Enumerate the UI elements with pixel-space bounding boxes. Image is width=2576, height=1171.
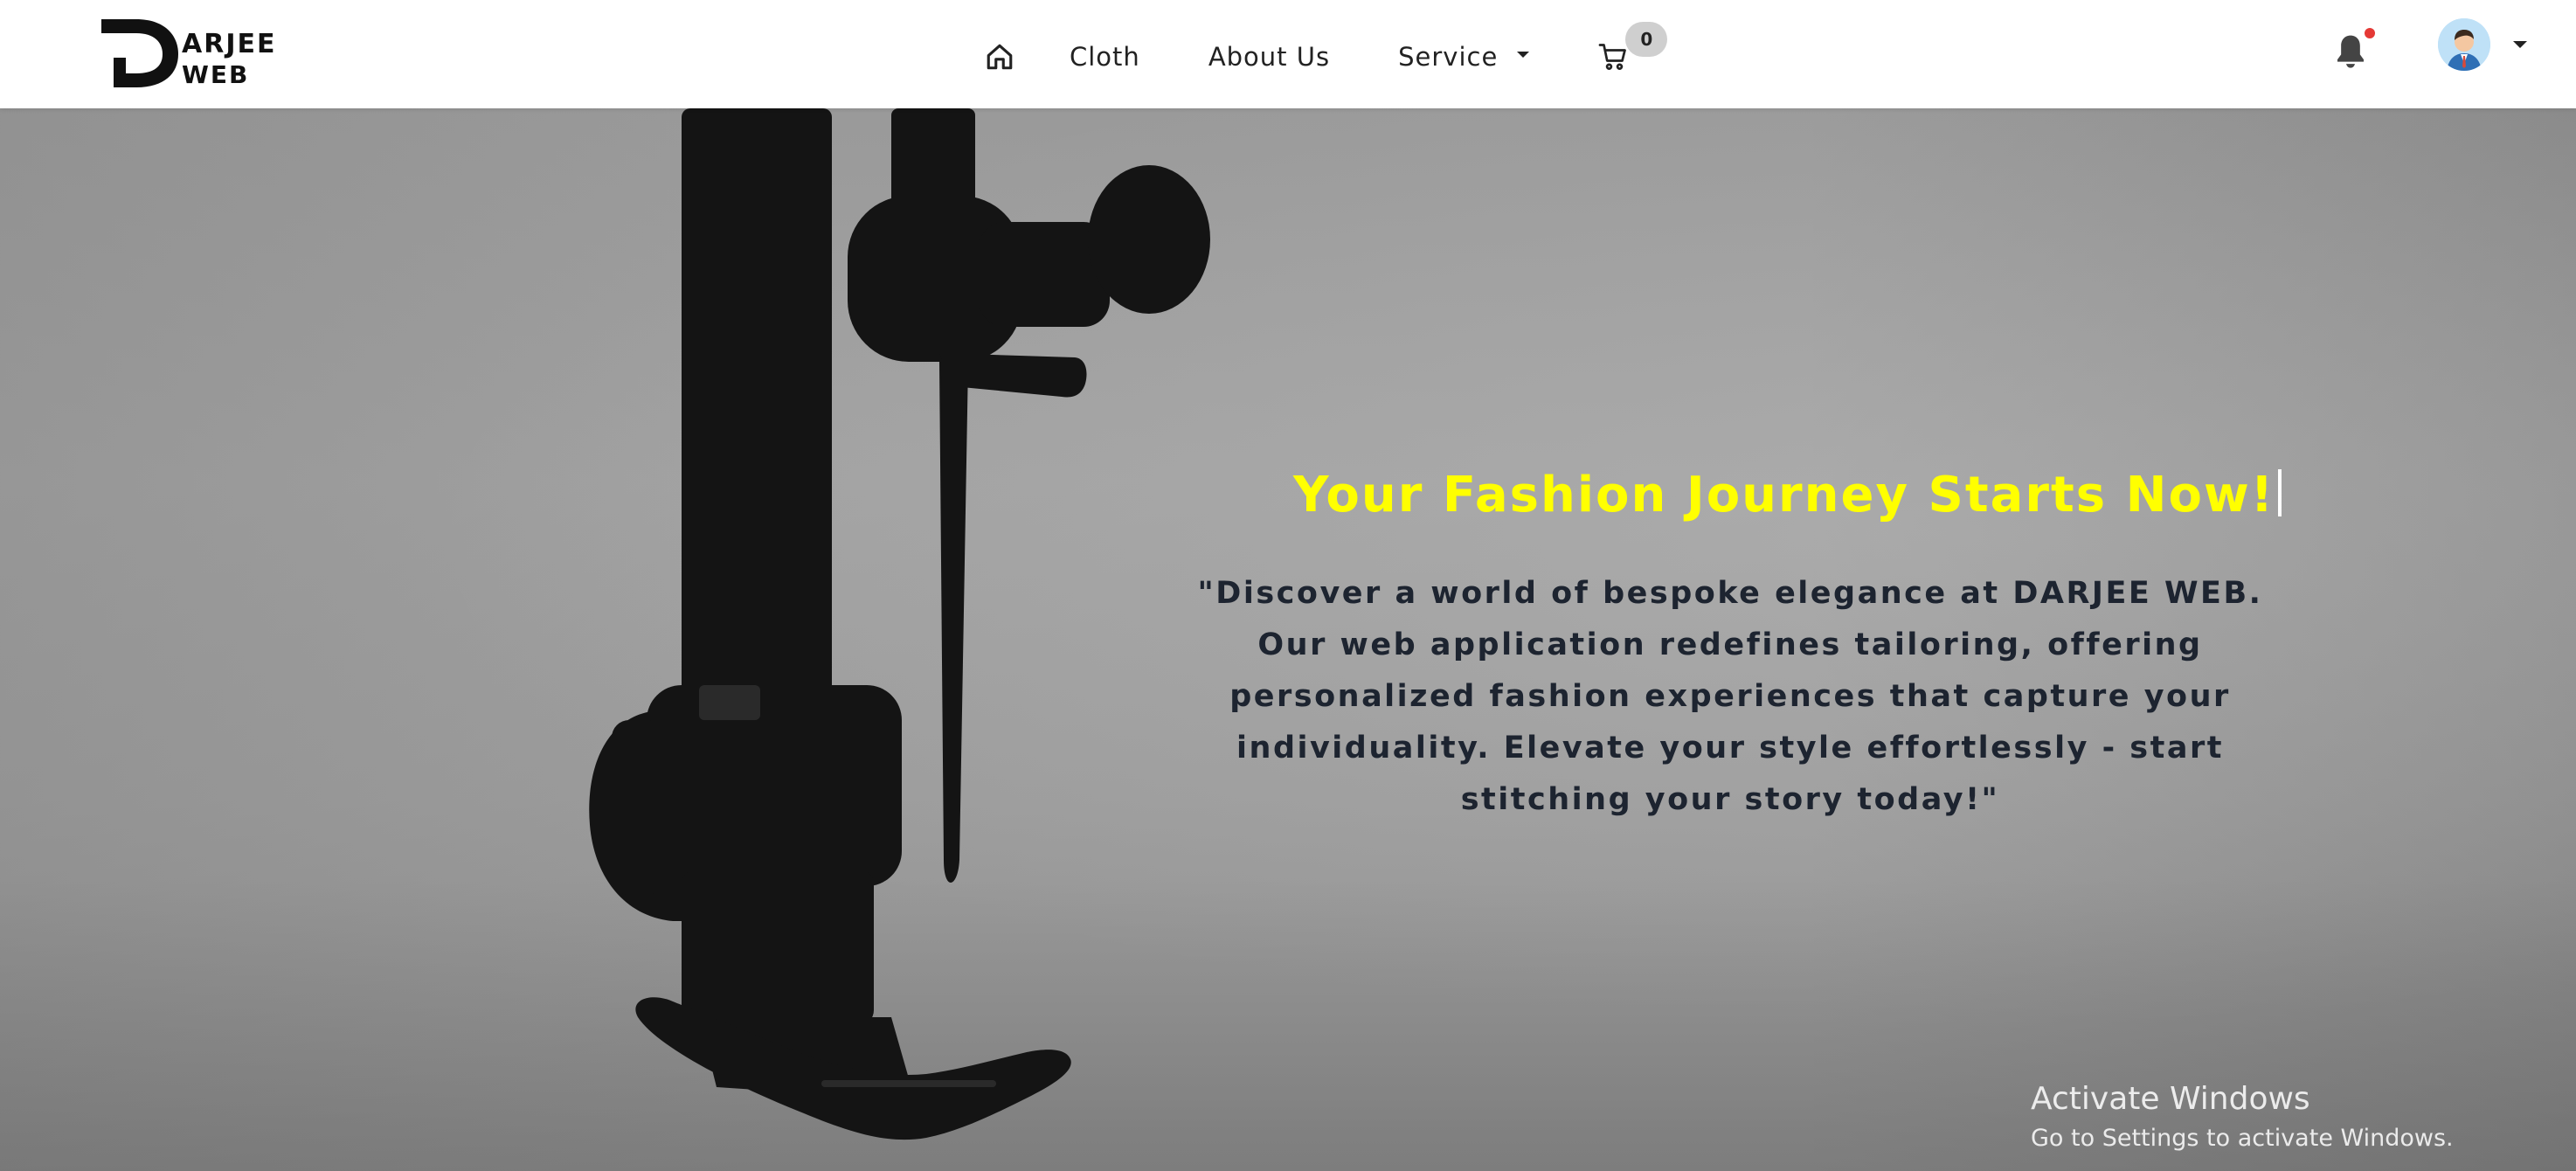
hero-title: Your Fashion Journey Starts Now! xyxy=(1293,467,2282,523)
logo-text-bottom: WEB xyxy=(182,60,250,89)
windows-activation-watermark: Activate Windows Go to Settings to activ… xyxy=(2031,1080,2454,1159)
cart-icon xyxy=(1598,44,1627,70)
nav-menu: Cloth About Us Service 0 xyxy=(979,22,1668,87)
nav-link-service: Service xyxy=(1398,42,1499,72)
avatar xyxy=(2438,18,2490,71)
user-avatar-icon xyxy=(2438,18,2490,71)
nav-link-cloth[interactable]: Cloth xyxy=(1070,42,1140,72)
notification-dot xyxy=(2365,28,2375,38)
nav-link-about-us[interactable]: About Us xyxy=(1208,42,1330,72)
notifications-button[interactable] xyxy=(2333,28,2375,75)
nav-home-link[interactable] xyxy=(979,36,1021,78)
bell-icon xyxy=(2337,35,2364,68)
hero-description: "Discover a world of bespoke elegance at… xyxy=(1197,576,2263,817)
user-menu[interactable] xyxy=(2438,17,2527,72)
cart-count-badge: 0 xyxy=(1625,22,1668,57)
home-icon xyxy=(987,44,1013,70)
hero-title-text: Your Fashion Journey Starts Now! xyxy=(1293,467,2275,523)
brand-logo[interactable]: ARJEE WEB xyxy=(101,19,294,89)
navbar: ARJEE WEB Cloth About Us Service 0 xyxy=(0,0,2576,108)
watermark-subtitle: Go to Settings to activate Windows. xyxy=(2031,1125,2454,1152)
watermark-title: Activate Windows xyxy=(2031,1081,2310,1117)
logo-d-mark xyxy=(101,19,178,87)
text-cursor xyxy=(2278,469,2282,516)
chevron-down-icon xyxy=(2513,41,2527,48)
nav-service-dropdown[interactable]: Service xyxy=(1398,42,1530,72)
hero-section: Your Fashion Journey Starts Now! "Discov… xyxy=(0,108,2576,1171)
logo-text-top: ARJEE xyxy=(182,29,277,59)
chevron-down-icon xyxy=(1517,51,1530,58)
cart-button[interactable]: 0 xyxy=(1590,22,1668,80)
